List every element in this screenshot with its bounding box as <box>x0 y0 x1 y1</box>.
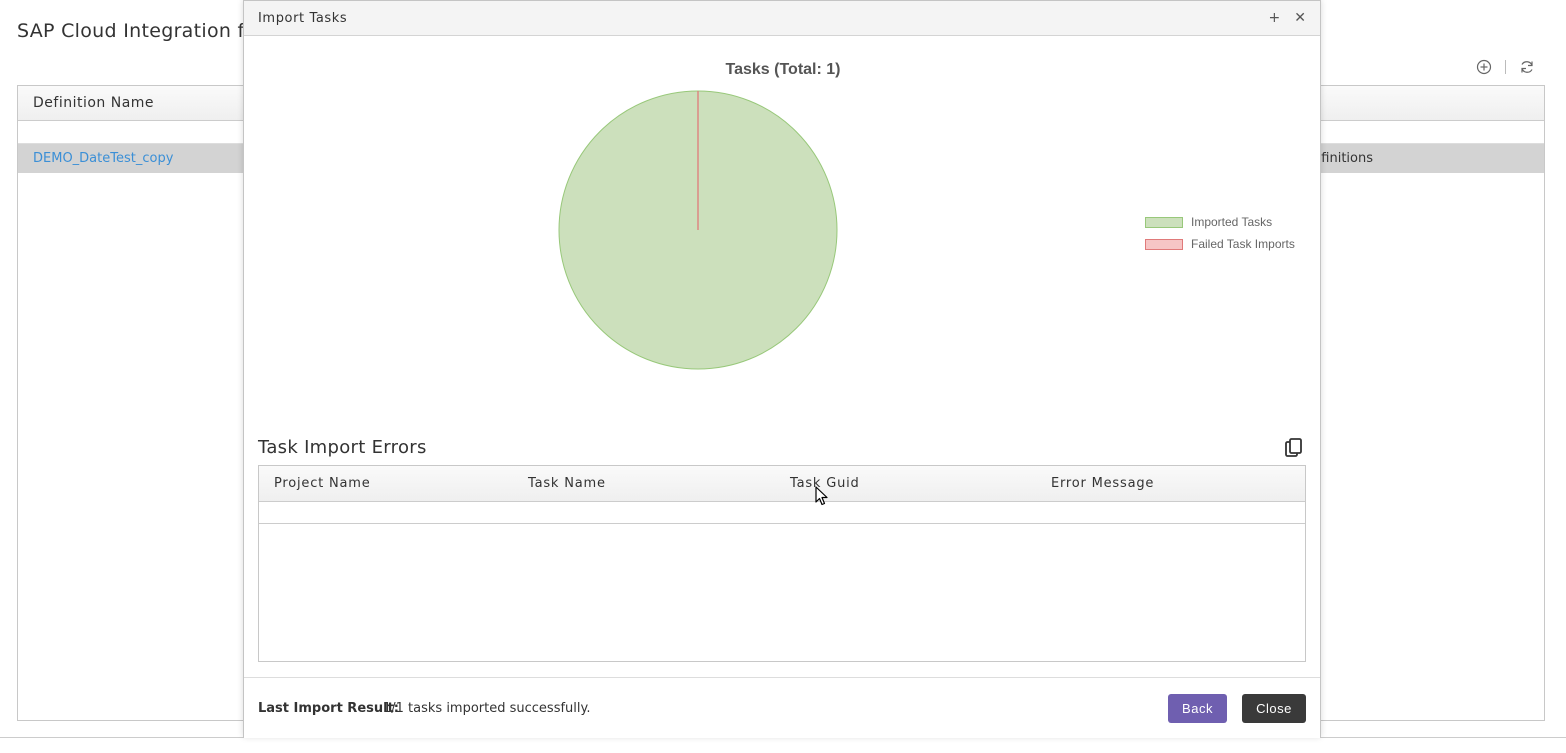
legend-swatch <box>1145 216 1183 228</box>
import-tasks-dialog: Import Tasks + ✕ Tasks (Total: 1) Import… <box>243 0 1322 738</box>
column-header-error-message[interactable]: Error Message <box>1051 476 1154 491</box>
close-icon[interactable]: ✕ <box>1294 11 1306 25</box>
dialog-title: Import Tasks <box>258 10 348 26</box>
close-button[interactable]: Close <box>1242 694 1306 723</box>
dialog-header-actions: + ✕ <box>1269 11 1306 25</box>
column-header-definition-name[interactable]: Definition Name <box>18 95 154 111</box>
column-header-project-name[interactable]: Project Name <box>274 476 371 491</box>
last-import-result-label: Last Import Result: <box>258 701 399 716</box>
task-import-errors-table: Project Name Task Name Task Guid Error M… <box>258 465 1306 662</box>
definition-link[interactable]: DEMO_DateTest_copy <box>18 151 173 166</box>
page-toolbar <box>1474 57 1537 77</box>
errors-filter-row <box>259 502 1305 524</box>
maximize-button[interactable]: + <box>1269 11 1281 25</box>
legend-item[interactable]: Failed Task Imports <box>1145 233 1295 255</box>
refresh-icon[interactable] <box>1517 57 1537 77</box>
toolbar-divider <box>1505 60 1506 74</box>
task-import-errors-title: Task Import Errors <box>258 437 427 458</box>
legend-label: Failed Task Imports <box>1191 237 1295 251</box>
dialog-footer: Last Import Result: 1/1 tasks imported s… <box>244 677 1320 738</box>
legend-swatch <box>1145 238 1183 250</box>
mouse-cursor-icon <box>815 486 829 510</box>
last-import-result-value: 1/1 tasks imported successfully. <box>383 701 591 716</box>
back-button[interactable]: Back <box>1168 694 1227 723</box>
dialog-header: Import Tasks + ✕ <box>244 1 1320 36</box>
tasks-pie-chart: Tasks (Total: 1) Imported Tasks Failed Ta… <box>244 37 1322 427</box>
column-header-task-name[interactable]: Task Name <box>528 476 606 491</box>
copy-icon[interactable] <box>1283 437 1305 459</box>
legend-item[interactable]: Imported Tasks <box>1145 211 1295 233</box>
chart-legend: Imported Tasks Failed Task Imports <box>1145 211 1295 255</box>
legend-label: Imported Tasks <box>1191 215 1273 229</box>
plus-circle-icon[interactable] <box>1474 57 1494 77</box>
page-title: SAP Cloud Integration fo <box>17 20 257 42</box>
errors-table-header: Project Name Task Name Task Guid Error M… <box>259 466 1305 502</box>
